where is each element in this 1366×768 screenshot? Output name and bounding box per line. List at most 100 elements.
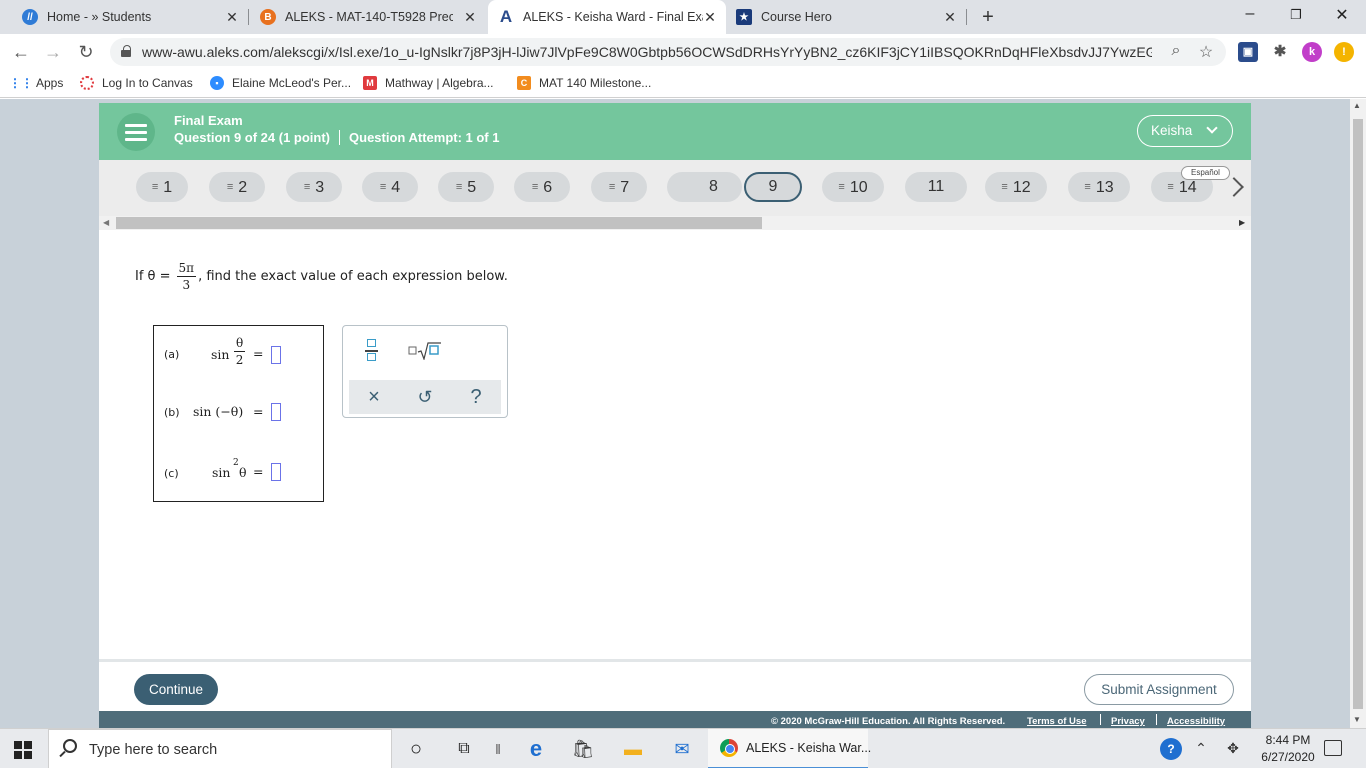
windows-start-icon[interactable]: [14, 741, 32, 759]
question-button-12[interactable]: ≡ 12: [985, 172, 1047, 202]
question-button-3[interactable]: ≡ 3: [286, 172, 342, 202]
question-button-10[interactable]: ≡ 10: [822, 172, 884, 202]
answer-input-c[interactable]: [271, 463, 281, 481]
zoom-search-icon[interactable]: ⌕: [1166, 42, 1186, 60]
window-close-icon[interactable]: ✕: [1332, 5, 1352, 25]
privacy-link[interactable]: Privacy: [1111, 716, 1145, 727]
scroll-up-icon[interactable]: ▲: [1353, 101, 1361, 110]
terms-of-use-link[interactable]: Terms of Use: [1027, 716, 1086, 727]
menu-hamburger-icon[interactable]: [117, 113, 155, 151]
profile-avatar[interactable]: k: [1302, 42, 1322, 62]
question-navigator: ≡ 1 ≡ 2 ≡ 3 ≡ 4 ≡ 5 ≡ 6 ≡ 7 8 9 ≡ 10 11 ≡ 12 ≡ 13 …: [99, 160, 1251, 216]
bookmark-apps[interactable]: ⋮⋮ Apps: [9, 76, 63, 90]
chevron-right-icon[interactable]: [1224, 177, 1244, 197]
submit-assignment-button[interactable]: Submit Assignment: [1084, 674, 1234, 705]
update-alert-icon[interactable]: !: [1334, 42, 1354, 62]
continue-button[interactable]: Continue: [134, 674, 218, 705]
reload-icon[interactable]: ↻: [74, 40, 98, 64]
bookmark-mathway[interactable]: M Mathway | Algebra...: [363, 76, 494, 90]
taskbar-search-box[interactable]: Type here to search: [48, 729, 392, 768]
theta-variable: θ: [239, 465, 247, 480]
undo-icon[interactable]: ↺: [400, 380, 450, 414]
clock-date[interactable]: 6/27/2020: [1256, 750, 1320, 764]
taskbar-app-chrome[interactable]: ALEKS - Keisha War...: [708, 729, 871, 768]
scroll-right-icon[interactable]: ▶: [1239, 218, 1245, 227]
fraction-numerator: θ: [234, 336, 246, 352]
accessibility-link[interactable]: Accessibility: [1167, 716, 1225, 727]
answer-input-a[interactable]: [271, 346, 281, 364]
clear-x-icon[interactable]: ×: [349, 380, 399, 414]
cortana-circle-icon[interactable]: ○: [404, 737, 428, 761]
exam-title: Final Exam: [174, 113, 243, 128]
task-view-icon[interactable]: ⧉: [452, 737, 476, 761]
question-button-4[interactable]: ≡ 4: [362, 172, 418, 202]
part-b-row: (b) sin (−θ) =: [154, 398, 325, 428]
clock-time[interactable]: 8:44 PM: [1256, 733, 1320, 747]
url-text[interactable]: www-awu.aleks.com/alekscgi/x/Isl.exe/1o_…: [142, 44, 1152, 60]
answered-mark-icon: ≡: [1167, 181, 1174, 193]
question-button-7[interactable]: ≡ 7: [591, 172, 647, 202]
nth-root-template-icon[interactable]: [408, 340, 442, 362]
close-tab-icon[interactable]: ✕: [224, 9, 240, 26]
fraction-denominator: 2: [235, 353, 244, 367]
question-button-8[interactable]: 8: [667, 172, 742, 202]
restore-icon[interactable]: ❐: [1286, 7, 1306, 23]
back-arrow-icon[interactable]: ←: [9, 40, 33, 64]
scrollbar-thumb[interactable]: [116, 217, 762, 229]
page-viewport: Final Exam Question 9 of 24 (1 point) Que…: [0, 99, 1366, 731]
question-button-9-current[interactable]: 9: [744, 172, 802, 202]
help-tray-icon[interactable]: ?: [1160, 738, 1182, 760]
math-keypad: × ↺ ?: [342, 325, 508, 418]
tab-home-students[interactable]: // Home - » Students ✕: [8, 0, 248, 34]
close-tab-icon[interactable]: ✕: [942, 9, 958, 26]
scroll-left-icon[interactable]: ◀: [103, 218, 109, 227]
notification-center-icon[interactable]: [1324, 740, 1342, 756]
store-bag-icon[interactable]: 🛍: [571, 737, 595, 761]
tab-course-hero[interactable]: ★ Course Hero ✕: [728, 0, 966, 34]
new-tab-icon[interactable]: +: [978, 6, 998, 29]
address-bar[interactable]: www-awu.aleks.com/alekscgi/x/Isl.exe/1o_…: [110, 38, 1226, 66]
extension-book-icon[interactable]: ▣: [1238, 42, 1258, 62]
c-orange-icon: C: [517, 76, 531, 90]
question-button-13[interactable]: ≡ 13: [1068, 172, 1130, 202]
question-button-6[interactable]: ≡ 6: [514, 172, 570, 202]
user-menu-button[interactable]: Keisha: [1137, 115, 1233, 147]
sin-function: sin: [211, 347, 230, 362]
horizontal-scrollbar[interactable]: ◀ ▶: [99, 216, 1251, 230]
question-info: Question 9 of 24 (1 point): [174, 130, 331, 145]
minimize-icon[interactable]: –: [1240, 5, 1260, 23]
answer-input-b[interactable]: [271, 403, 281, 421]
part-label: (b): [164, 406, 180, 419]
close-tab-icon[interactable]: ✕: [462, 9, 478, 26]
question-number: 10: [849, 179, 868, 196]
chevron-up-icon[interactable]: ⌃: [1192, 740, 1210, 757]
bookmark-canvas[interactable]: Log In to Canvas: [80, 76, 193, 90]
fraction-template-icon[interactable]: [365, 339, 379, 363]
keypad-action-bar: × ↺ ?: [349, 380, 501, 414]
vertical-scrollbar[interactable]: ▲ ▼: [1350, 99, 1366, 728]
question-button-2[interactable]: ≡ 2: [209, 172, 265, 202]
tab-title: ALEKS - Keisha Ward - Final Exam: [523, 10, 703, 24]
question-button-11[interactable]: 11: [905, 172, 967, 202]
footer-divider: [1100, 714, 1101, 725]
dropbox-icon[interactable]: ✥: [1224, 740, 1242, 757]
scrollbar-thumb[interactable]: [1353, 119, 1363, 709]
tab-aleks-precalc[interactable]: B ALEKS - MAT-140-T5928 Precalcu ✕: [248, 0, 486, 34]
question-button-1[interactable]: ≡ 1: [136, 172, 188, 202]
help-question-icon[interactable]: ?: [451, 380, 501, 414]
bookmark-mat140[interactable]: C MAT 140 Milestone...: [517, 76, 651, 90]
tab-aleks-final-exam[interactable]: A ALEKS - Keisha Ward - Final Exam ✕: [488, 0, 726, 34]
espanol-toggle[interactable]: Español: [1181, 166, 1230, 180]
forward-arrow-icon[interactable]: →: [41, 40, 65, 64]
scroll-down-icon[interactable]: ▼: [1353, 715, 1361, 724]
close-tab-icon[interactable]: ✕: [702, 9, 718, 26]
question-button-5[interactable]: ≡ 5: [438, 172, 494, 202]
lock-icon: [121, 45, 131, 57]
bookmark-star-icon[interactable]: ☆: [1196, 42, 1216, 62]
answered-mark-icon: ≡: [303, 181, 311, 193]
edge-browser-icon[interactable]: e: [524, 737, 548, 761]
file-explorer-icon[interactable]: ▬: [621, 737, 645, 761]
bookmark-elaine[interactable]: ▪ Elaine McLeod's Per...: [210, 76, 351, 90]
extensions-puzzle-icon[interactable]: ✱: [1270, 42, 1290, 62]
mail-icon[interactable]: ✉: [670, 737, 694, 761]
